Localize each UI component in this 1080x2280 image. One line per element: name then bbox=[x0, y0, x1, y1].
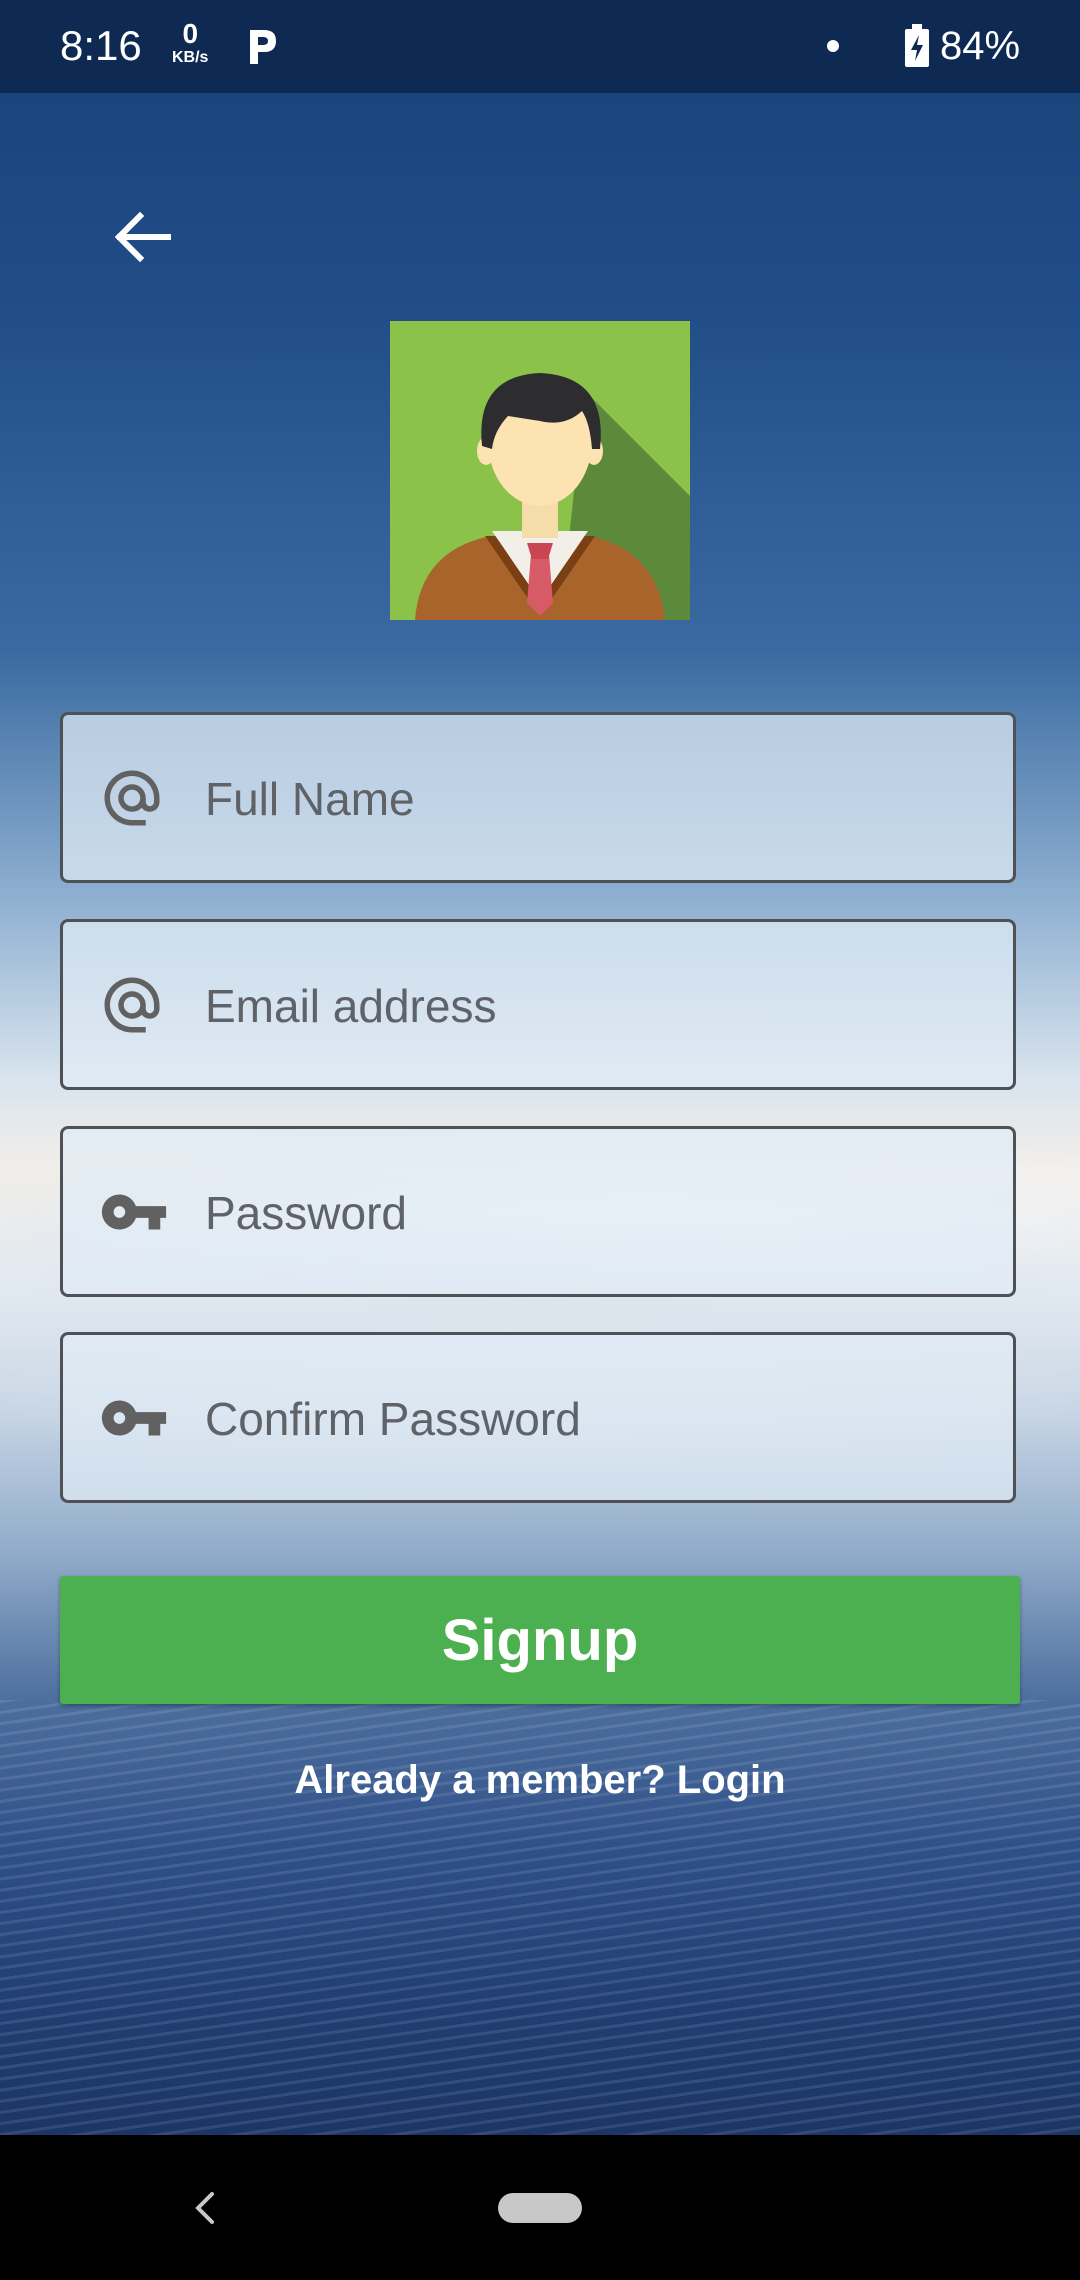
network-speed-indicator: 0 KB/s bbox=[172, 20, 208, 66]
network-speed-unit: KB/s bbox=[172, 49, 209, 66]
status-time: 8:16 bbox=[60, 22, 142, 69]
at-sign-icon bbox=[104, 977, 160, 1032]
password-field[interactable] bbox=[60, 1126, 1016, 1297]
key-icon bbox=[101, 1194, 167, 1229]
email-field[interactable] bbox=[60, 919, 1016, 1090]
nav-home-pill[interactable] bbox=[498, 2193, 582, 2223]
status-bar: 8:16 0 KB/s 84% bbox=[0, 0, 1080, 93]
confirm-password-input[interactable] bbox=[203, 1335, 987, 1502]
user-avatar bbox=[390, 321, 690, 620]
key-icon bbox=[101, 1400, 167, 1435]
full-name-input[interactable] bbox=[203, 715, 987, 882]
notification-dot-icon bbox=[827, 40, 839, 52]
at-sign-icon bbox=[104, 770, 160, 825]
signup-button[interactable]: Signup bbox=[60, 1576, 1020, 1704]
battery-charging-icon bbox=[905, 24, 929, 67]
network-speed-value: 0 bbox=[182, 18, 199, 49]
confirm-password-field[interactable] bbox=[60, 1332, 1016, 1503]
full-name-field[interactable] bbox=[60, 712, 1016, 883]
back-arrow-icon[interactable] bbox=[112, 206, 174, 268]
parking-app-icon bbox=[250, 30, 276, 64]
nav-back-icon[interactable] bbox=[188, 2188, 224, 2228]
password-input[interactable] bbox=[203, 1129, 987, 1296]
login-link[interactable]: Already a member? Login bbox=[0, 1758, 1080, 1803]
email-input[interactable] bbox=[203, 922, 987, 1089]
battery-percent: 84% bbox=[940, 24, 1021, 68]
